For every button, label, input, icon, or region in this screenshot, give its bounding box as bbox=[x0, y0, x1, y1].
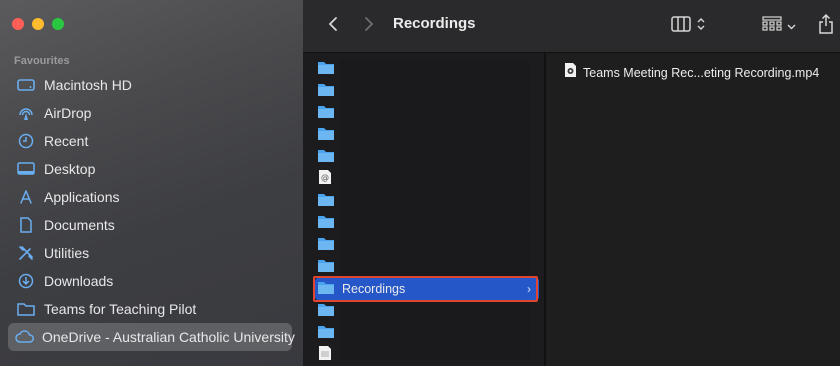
list-item[interactable] bbox=[318, 234, 518, 256]
folder-icon bbox=[318, 192, 334, 211]
document-icon bbox=[15, 217, 37, 233]
list-item[interactable]: @ bbox=[318, 168, 518, 190]
folder-icon bbox=[318, 236, 334, 255]
list-item[interactable] bbox=[318, 58, 518, 80]
chevron-right-icon: › bbox=[527, 282, 531, 296]
list-item[interactable] bbox=[318, 146, 518, 168]
folder-icon bbox=[318, 126, 334, 145]
folder-icon bbox=[318, 302, 334, 321]
grid-view-icon bbox=[762, 15, 782, 37]
list-item[interactable] bbox=[318, 212, 518, 234]
utilities-icon bbox=[15, 245, 37, 261]
column-browser-1: @ Recordings › bbox=[303, 53, 544, 366]
list-item[interactable] bbox=[318, 256, 518, 278]
window-controls bbox=[12, 18, 64, 30]
folder-icon bbox=[318, 280, 334, 299]
minimize-button[interactable] bbox=[32, 18, 44, 30]
folder-icon bbox=[318, 258, 334, 277]
share-button[interactable] bbox=[815, 13, 837, 39]
sidebar-item-macintosh-hd[interactable]: Macintosh HD bbox=[8, 71, 292, 99]
sidebar-item-downloads[interactable]: Downloads bbox=[8, 267, 292, 295]
sidebar: Favourites Macintosh HD AirDrop Recent D… bbox=[0, 0, 303, 366]
back-button[interactable] bbox=[323, 15, 343, 37]
chevron-down-icon bbox=[787, 17, 796, 35]
sidebar-item-applications[interactable]: Applications bbox=[8, 183, 292, 211]
view-mode-button[interactable] bbox=[667, 15, 709, 37]
sidebar-item-documents[interactable]: Documents bbox=[8, 211, 292, 239]
window-title: Recordings bbox=[393, 15, 476, 32]
zoom-button[interactable] bbox=[52, 18, 64, 30]
column-browser-2: Teams Meeting Rec...eting Recording.mp4 bbox=[546, 53, 840, 366]
desktop-icon bbox=[15, 162, 37, 176]
list-item[interactable] bbox=[318, 80, 518, 102]
toolbar: Recordings bbox=[303, 0, 840, 53]
list-item[interactable] bbox=[318, 300, 518, 322]
folder-icon bbox=[318, 104, 334, 123]
chevron-right-icon bbox=[364, 16, 374, 37]
folder-icon bbox=[15, 302, 37, 316]
folder-icon bbox=[318, 148, 334, 167]
forward-button[interactable] bbox=[359, 15, 379, 37]
video-file-icon bbox=[564, 62, 577, 83]
chevron-left-icon bbox=[328, 16, 338, 37]
folder-icon bbox=[318, 324, 334, 343]
favourites-heading: Favourites bbox=[14, 55, 70, 67]
share-icon bbox=[819, 13, 833, 39]
airdrop-icon bbox=[15, 104, 37, 122]
list-item[interactable] bbox=[318, 322, 518, 344]
file-item[interactable]: Teams Meeting Rec...eting Recording.mp4 bbox=[564, 62, 819, 83]
list-item[interactable] bbox=[318, 124, 518, 146]
list-item[interactable] bbox=[318, 190, 518, 212]
folder-icon bbox=[318, 214, 334, 233]
document-file-icon bbox=[318, 345, 332, 366]
harddisk-icon bbox=[15, 78, 37, 92]
svg-text:@: @ bbox=[321, 173, 329, 182]
sidebar-item-utilities[interactable]: Utilities bbox=[8, 239, 292, 267]
folder-icon bbox=[318, 82, 334, 101]
clock-icon bbox=[15, 133, 37, 149]
finder-window: Favourites Macintosh HD AirDrop Recent D… bbox=[0, 0, 840, 366]
sidebar-item-recent[interactable]: Recent bbox=[8, 127, 292, 155]
list-item-recordings[interactable]: Recordings › bbox=[315, 278, 539, 300]
download-icon bbox=[15, 273, 37, 289]
column-view-icon bbox=[671, 15, 691, 37]
cloud-icon bbox=[15, 330, 35, 344]
sidebar-item-onedrive[interactable]: OneDrive - Australian Catholic Universit… bbox=[8, 323, 295, 351]
applications-icon bbox=[15, 189, 37, 205]
email-file-icon: @ bbox=[318, 169, 332, 190]
sidebar-item-teams-for-teaching-pilot[interactable]: Teams for Teaching Pilot bbox=[8, 295, 292, 323]
sidebar-item-desktop[interactable]: Desktop bbox=[8, 155, 292, 183]
chevron-updown-icon bbox=[697, 17, 705, 36]
folder-icon bbox=[318, 60, 334, 79]
list-item[interactable] bbox=[318, 344, 518, 366]
list-item[interactable] bbox=[318, 102, 518, 124]
close-button[interactable] bbox=[12, 18, 24, 30]
group-button[interactable] bbox=[759, 15, 799, 37]
sidebar-item-airdrop[interactable]: AirDrop bbox=[8, 99, 292, 127]
